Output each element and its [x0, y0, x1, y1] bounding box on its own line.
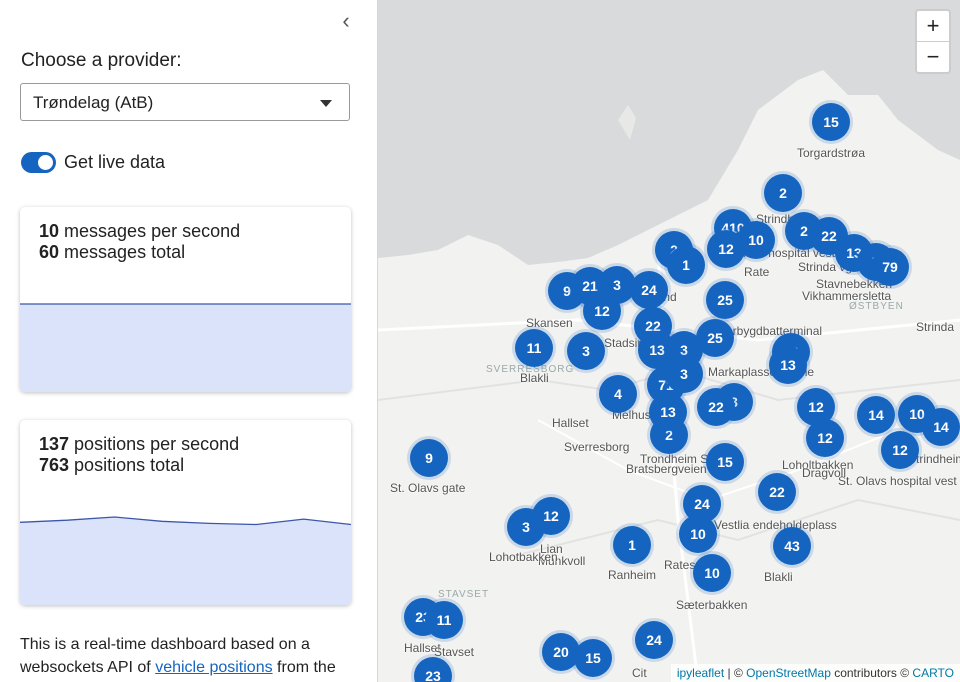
description: This is a real-time dashboard based on a… — [20, 636, 336, 676]
vehicle-cluster-marker[interactable]: 11 — [425, 601, 463, 639]
messages-card: 10 messages per second 60 messages total — [20, 207, 351, 392]
vehicle-cluster-marker[interactable]: 13 — [649, 393, 687, 431]
toggle-knob — [38, 155, 53, 170]
place-label: Blakli — [520, 371, 549, 385]
chevron-left-icon[interactable]: ‹ — [336, 9, 356, 35]
vehicle-cluster-marker[interactable]: 1 — [613, 526, 651, 564]
vehicle-cluster-marker[interactable]: 25 — [706, 281, 744, 319]
osm-link[interactable]: OpenStreetMap — [746, 666, 831, 680]
vehicle-cluster-marker[interactable]: 12 — [532, 497, 570, 535]
vehicle-cluster-marker[interactable]: 3 — [567, 332, 605, 370]
vehicle-cluster-marker[interactable]: 24 — [635, 621, 673, 659]
provider-label: Choose a provider: — [21, 50, 182, 71]
dropdown-arrow-icon — [320, 100, 332, 107]
place-label: Torgardstrøa — [797, 146, 866, 160]
vehicle-cluster-marker[interactable]: 22 — [758, 473, 796, 511]
place-label: Sverresborg — [564, 440, 630, 454]
place-label: Blakli — [764, 570, 793, 584]
messages-rate: 10 messages per second — [39, 221, 241, 241]
positions-sparkline — [20, 516, 351, 605]
vehicle-cluster-marker[interactable]: 2 — [764, 174, 802, 212]
provider-select[interactable]: Trøndelag (AtB) — [20, 83, 350, 121]
positions-rate: 137 positions per second — [39, 434, 240, 454]
place-label: Vikhammersletta — [802, 289, 892, 303]
attribution: ipyleaflet | © OpenStreetMap contributor… — [670, 664, 960, 682]
vehicle-cluster-marker[interactable]: 15 — [574, 639, 612, 677]
place-label: Stavset — [434, 645, 475, 659]
vehicle-cluster-marker[interactable]: 11 — [515, 329, 553, 367]
place-label: St. Olavs hospital vest — [838, 474, 957, 488]
place-label: Skansen — [526, 316, 573, 330]
place-label: Vestlia endeholdeplass — [714, 518, 837, 532]
messages-sparkline — [20, 303, 351, 392]
place-label: Ranheim — [608, 568, 657, 582]
vehicle-cluster-marker[interactable]: 24 — [630, 271, 668, 309]
place-label: Hallset — [552, 416, 589, 430]
positions-card: 137 positions per second 763 positions t… — [20, 420, 351, 605]
vehicle-cluster-marker[interactable]: 12 — [806, 419, 844, 457]
vehicle-cluster-marker[interactable]: 79 — [871, 248, 909, 286]
messages-total: 60 messages total — [39, 242, 186, 262]
vehicle-cluster-marker[interactable]: 9 — [410, 439, 448, 477]
place-label: Strinda — [916, 320, 955, 334]
live-data-toggle[interactable] — [21, 152, 56, 173]
place-label: Dragvoll — [802, 466, 847, 480]
provider-selected-value: Trøndelag (AtB) — [33, 93, 154, 112]
vehicle-cluster-marker[interactable]: 3 — [665, 355, 703, 393]
vehicle-cluster-marker[interactable]: 4 — [599, 375, 637, 413]
sparkline-area — [20, 304, 351, 392]
vehicle-cluster-marker[interactable]: 22 — [697, 388, 735, 426]
live-data-label: Get live data — [64, 152, 166, 172]
vehicle-cluster-marker[interactable]: 12 — [881, 431, 919, 469]
place-label: Cit — [632, 666, 647, 680]
vehicle-cluster-marker[interactable]: 12 — [707, 230, 745, 268]
vehicle-cluster-marker[interactable]: 43 — [773, 527, 811, 565]
place-label: Sæterbakken — [676, 598, 748, 612]
sparkline-area — [20, 517, 351, 605]
place-label: Bratsbergveien — [626, 462, 707, 476]
ipyleaflet-link[interactable]: ipyleaflet — [677, 666, 724, 680]
vehicle-cluster-marker[interactable]: 10 — [693, 554, 731, 592]
zoom-control: + − — [915, 9, 951, 74]
place-label: Rate — [744, 265, 770, 279]
zoom-in-button[interactable]: + — [917, 11, 949, 42]
vehicle-cluster-marker[interactable]: 13 — [769, 346, 807, 384]
vehicle-positions-link[interactable]: vehicle positions — [155, 659, 272, 676]
vehicle-cluster-marker[interactable]: 15 — [812, 103, 850, 141]
district-label: STAVSET — [438, 589, 490, 600]
place-label: Lohotbakken — [489, 550, 558, 564]
vehicle-cluster-marker[interactable]: 14 — [922, 408, 960, 446]
carto-link[interactable]: CARTO — [912, 666, 954, 680]
zoom-out-button[interactable]: − — [917, 42, 949, 72]
vehicle-cluster-marker[interactable]: 10 — [679, 515, 717, 553]
map[interactable]: SVERRESBORG ØSTBYEN STAVSET Torgardstrøa… — [378, 0, 960, 682]
place-label: Rates — [664, 558, 696, 572]
vehicle-cluster-marker[interactable]: 12 — [583, 292, 621, 330]
vehicle-cluster-marker[interactable]: 14 — [857, 396, 895, 434]
vehicle-cluster-marker[interactable]: 15 — [706, 443, 744, 481]
positions-total: 763 positions total — [39, 455, 185, 475]
place-label: St. Olavs gate — [390, 481, 466, 495]
sidebar: ‹ Choose a provider: Trøndelag (AtB) Get… — [0, 0, 378, 682]
vehicle-cluster-marker[interactable]: 1 — [667, 246, 705, 284]
